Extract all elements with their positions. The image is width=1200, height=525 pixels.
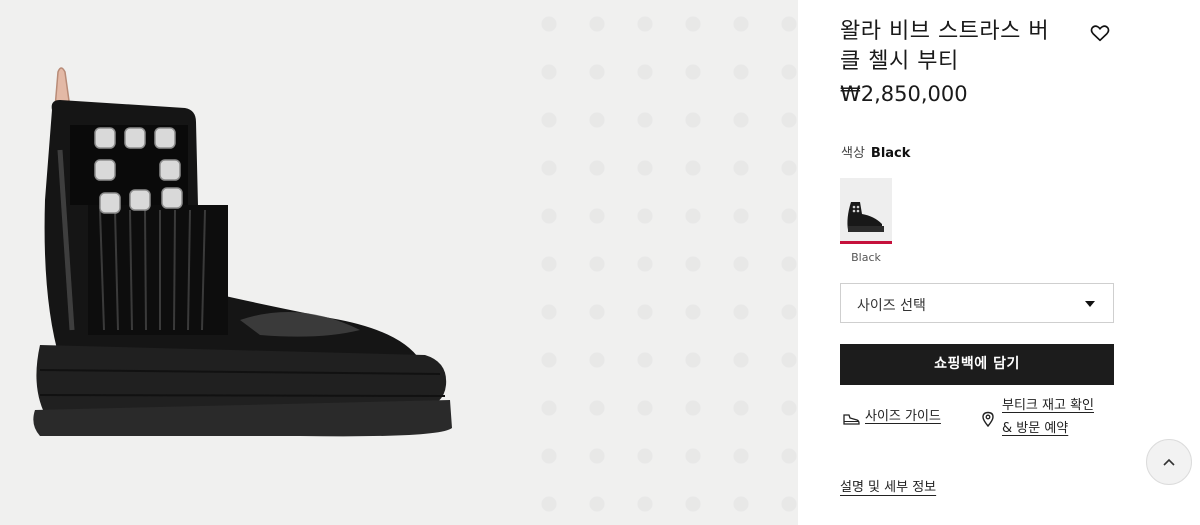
location-pin-icon: [981, 411, 995, 431]
chevron-up-icon: [1163, 458, 1175, 466]
product-details-link[interactable]: 설명 및 세부 정보: [840, 476, 936, 495]
product-price: ₩2,850,000: [840, 82, 968, 106]
boutique-visit-link[interactable]: & 방문 예약: [1002, 418, 1068, 440]
heart-icon[interactable]: [1089, 22, 1111, 44]
product-info-panel: 왈라 비브 스트라스 버클 첼시 부티 ₩2,850,000 색상 Black B…: [798, 0, 1200, 525]
color-label: 색상: [841, 146, 865, 161]
add-to-bag-button[interactable]: 쇼핑백에 담기: [840, 344, 1114, 385]
color-swatch-black[interactable]: [840, 178, 892, 244]
product-image[interactable]: [0, 0, 798, 525]
size-guide-link[interactable]: 사이즈 가이드: [865, 406, 941, 428]
shoe-icon: [842, 411, 860, 430]
swatch-label: Black: [851, 251, 881, 264]
boutique-stock-link[interactable]: 부티크 재고 확인: [1002, 395, 1094, 417]
color-row: 색상 Black: [841, 142, 910, 161]
scroll-to-top-button[interactable]: [1146, 439, 1192, 485]
product-title: 왈라 비브 스트라스 버클 첼시 부티: [840, 19, 1050, 74]
product-image-gallery: [0, 0, 798, 525]
swatch-thumbnail: [840, 178, 892, 238]
size-select[interactable]: 사이즈 선택: [840, 283, 1114, 323]
size-select-placeholder: 사이즈 선택: [857, 298, 926, 314]
color-value: Black: [870, 146, 911, 161]
caret-down-icon: [1085, 301, 1095, 307]
